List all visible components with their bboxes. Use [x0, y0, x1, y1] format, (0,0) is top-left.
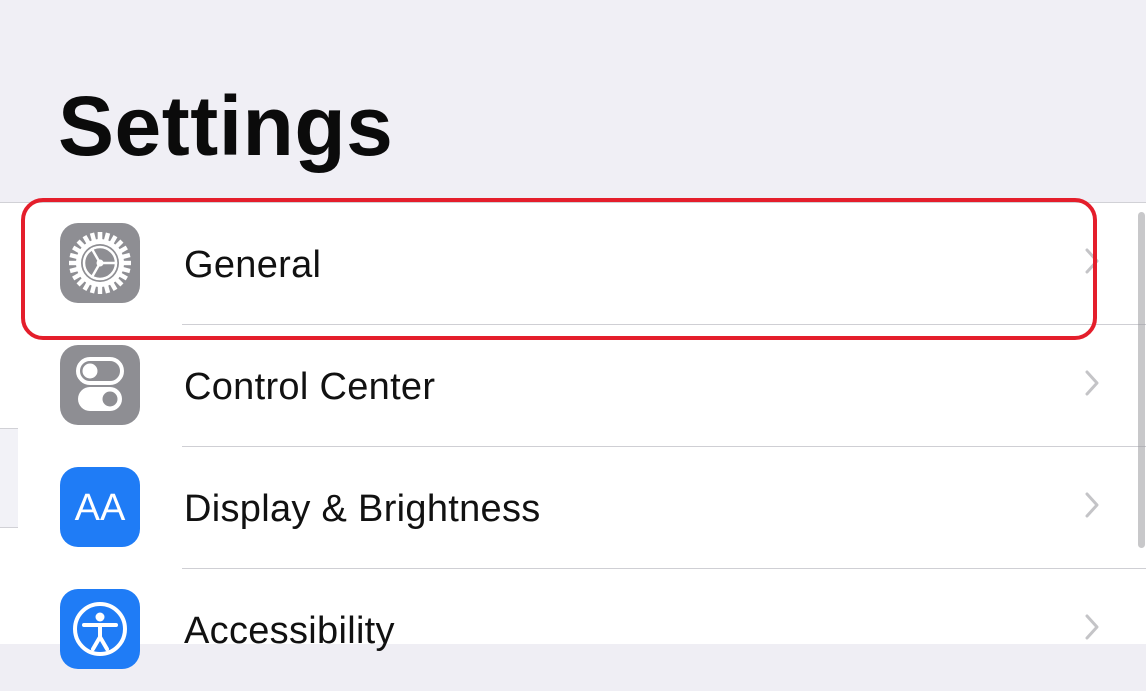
chevron-right-icon [1085, 614, 1099, 640]
page-title: Settings [58, 79, 394, 173]
chevron-right-icon [1085, 248, 1099, 274]
scroll-indicator[interactable] [1138, 212, 1145, 548]
settings-row-accessibility[interactable]: Accessibility [18, 569, 1146, 691]
settings-row-label: Display & Brightness [184, 488, 541, 530]
chevron-right-icon [1085, 492, 1099, 518]
accessibility-icon [60, 589, 140, 669]
left-panel-group-gap [0, 428, 18, 528]
settings-row-label: Accessibility [184, 610, 395, 652]
settings-row-display-brightness[interactable]: AA Display & Brightness [18, 447, 1146, 569]
icon-glyph: AA [75, 487, 126, 529]
gear-icon [60, 223, 140, 303]
chevron-right-icon [1085, 370, 1099, 396]
settings-header: Settings [0, 0, 1146, 203]
settings-row-label: General [184, 244, 322, 286]
settings-list: General Control Center AA Display & Brig… [18, 203, 1146, 669]
settings-row-control-center[interactable]: Control Center [18, 325, 1146, 447]
settings-row-general[interactable]: General [18, 203, 1146, 325]
left-panel-edge [0, 203, 18, 644]
settings-row-label: Control Center [184, 366, 436, 408]
text-size-icon: AA [60, 467, 140, 547]
toggles-icon [60, 345, 140, 425]
